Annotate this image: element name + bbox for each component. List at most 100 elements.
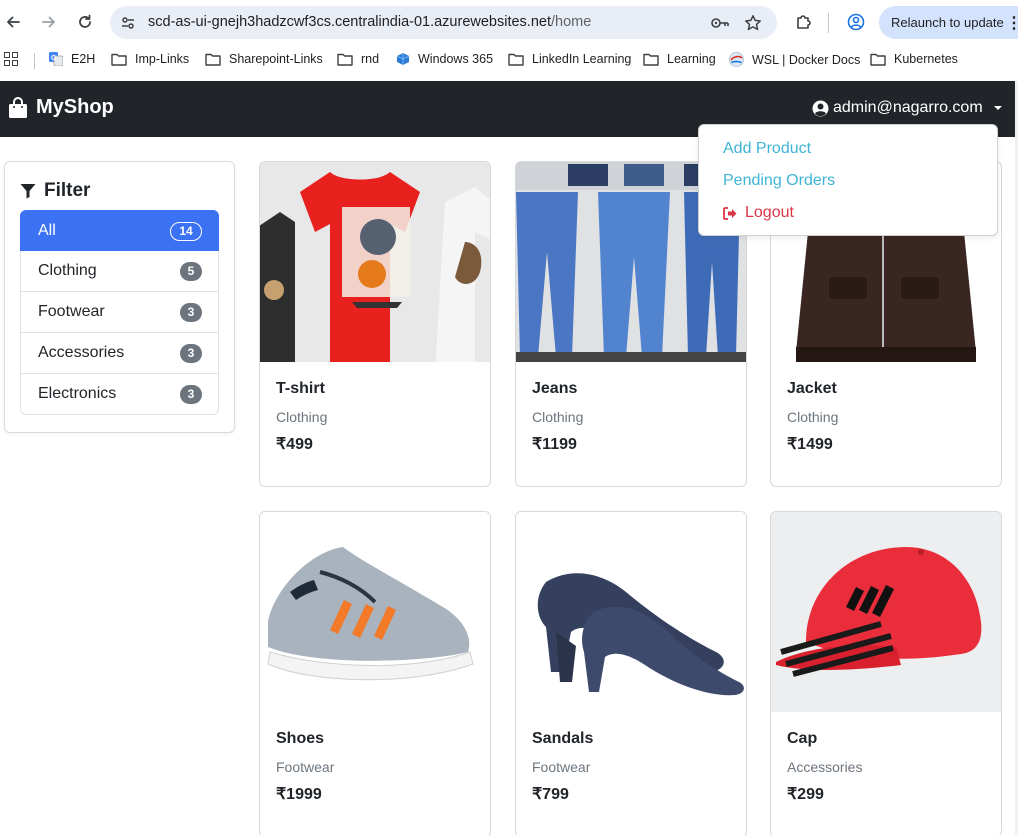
count-badge: 14 — [170, 222, 202, 241]
product-category: Clothing — [787, 409, 839, 425]
shopping-bag-icon — [8, 96, 28, 119]
relaunch-button[interactable]: Relaunch to update ⋮ — [879, 6, 1018, 39]
url-text: scd-as-ui-gnejh3hadzcwf3cs.centralindia-… — [148, 14, 591, 30]
product-card-sandals[interactable]: Sandals Footwear ₹799 — [515, 511, 747, 835]
product-price: ₹499 — [276, 436, 313, 453]
filter-item-electronics[interactable]: Electronics 3 — [20, 374, 219, 415]
filter-label: All — [38, 222, 56, 239]
puzzle-icon — [797, 15, 811, 29]
toolbar-divider — [828, 13, 829, 33]
filter-panel: Filter All 14 Clothing 5 Footwear 3 Acce… — [4, 161, 235, 433]
folder-icon — [643, 53, 659, 66]
arrow-left-icon — [7, 16, 20, 28]
product-name: Jeans — [532, 380, 578, 397]
product-card-cap[interactable]: Cap Accessories ₹299 — [770, 511, 1002, 835]
folder-icon — [205, 53, 221, 66]
apps-grid-icon[interactable] — [4, 52, 18, 66]
sign-out-icon — [723, 206, 737, 220]
filter-item-footwear[interactable]: Footwear 3 — [20, 292, 219, 333]
bookmark-e2h[interactable]: G E2H — [49, 52, 95, 66]
user-menu-toggle[interactable]: admin@nagarro.com — [812, 99, 1003, 117]
product-category: Clothing — [276, 409, 328, 425]
menu-item-add-product[interactable]: Add Product — [723, 140, 811, 158]
bookmark-rnd[interactable]: rnd — [337, 52, 379, 66]
profile-button[interactable] — [843, 9, 869, 35]
filter-label: Clothing — [38, 262, 97, 279]
menu-item-pending-orders[interactable]: Pending Orders — [723, 172, 835, 190]
brand-link[interactable]: MyShop — [8, 96, 114, 119]
product-category: Accessories — [787, 759, 863, 775]
bookmark-linkedin-learning[interactable]: LinkedIn Learning — [508, 52, 631, 66]
count-badge: 3 — [180, 303, 202, 322]
relaunch-label: Relaunch to update — [891, 15, 1004, 30]
bookmark-label: rnd — [361, 52, 380, 66]
product-price: ₹1199 — [532, 436, 577, 453]
bookmark-windows-365[interactable]: Windows 365 — [396, 52, 493, 66]
bookmark-sharepoint-links[interactable]: Sharepoint-Links — [205, 52, 323, 66]
user-email: admin@nagarro.com — [833, 99, 983, 116]
site-info-icon[interactable] — [118, 13, 138, 33]
filter-item-all[interactable]: All 14 — [20, 210, 219, 251]
filter-label: Electronics — [38, 385, 117, 402]
product-price: ₹1499 — [787, 436, 833, 453]
product-category: Clothing — [532, 409, 584, 425]
browser-toolbar: scd-as-ui-gnejh3hadzcwf3cs.centralindia-… — [0, 0, 1018, 45]
product-card-shoes[interactable]: Shoes Footwear ₹1999 — [259, 511, 491, 835]
bookmark-label: LinkedIn Learning — [532, 52, 632, 66]
product-name: Jacket — [787, 380, 837, 397]
menu-item-label: Add Product — [723, 140, 812, 157]
bookmark-label: Imp-Links — [135, 52, 190, 66]
more-vert-icon: ⋮ — [1006, 15, 1018, 32]
caret-down-icon — [993, 105, 1003, 111]
product-category: Footwear — [532, 759, 591, 775]
back-button[interactable] — [0, 9, 26, 35]
password-key-icon[interactable] — [710, 13, 730, 33]
menu-item-label: Pending Orders — [723, 172, 836, 189]
menu-item-logout[interactable]: Logout — [723, 204, 794, 222]
bookmark-imp-links[interactable]: Imp-Links — [111, 52, 189, 66]
address-bar[interactable]: scd-as-ui-gnejh3hadzcwf3cs.centralindia-… — [110, 6, 777, 39]
product-price: ₹299 — [787, 786, 824, 803]
folder-icon — [870, 53, 886, 66]
bookmark-label: WSL | Docker Docs — [752, 52, 861, 67]
url-host: scd-as-ui-gnejh3hadzcwf3cs.centralindia-… — [148, 14, 551, 30]
user-circle-icon — [812, 100, 829, 117]
product-price: ₹1999 — [276, 786, 322, 803]
count-badge: 3 — [180, 385, 202, 404]
bookmark-learning[interactable]: Learning — [643, 52, 716, 66]
product-image-tshirt — [260, 162, 490, 362]
filter-list: All 14 Clothing 5 Footwear 3 Accessories… — [20, 210, 219, 415]
product-category: Footwear — [276, 759, 335, 775]
filter-label: Accessories — [38, 344, 125, 361]
extensions-button[interactable] — [791, 9, 817, 35]
brand-name: MyShop — [36, 96, 114, 118]
count-badge: 3 — [180, 344, 202, 363]
windows-365-icon — [396, 52, 410, 66]
bookmark-kubernetes[interactable]: Kubernetes — [870, 52, 958, 66]
bookmark-wsl-docker-docs[interactable]: WSL | Docker Docs — [729, 52, 860, 67]
bookmark-star-icon[interactable] — [743, 13, 763, 33]
bookmark-label: Learning — [667, 52, 716, 66]
bookmark-label: Kubernetes — [894, 52, 958, 66]
menu-item-label: Logout — [745, 204, 794, 221]
product-name: Cap — [787, 730, 818, 747]
reload-button[interactable] — [72, 9, 98, 35]
filter-item-accessories[interactable]: Accessories 3 — [20, 333, 219, 374]
product-name: Sandals — [532, 730, 594, 747]
user-dropdown-menu: Add Product Pending Orders Logout — [698, 124, 998, 236]
product-card-tshirt[interactable]: T-shirt Clothing ₹499 — [259, 161, 491, 487]
folder-icon — [111, 53, 127, 66]
google-translate-icon: G — [49, 52, 63, 66]
forward-button[interactable] — [36, 9, 62, 35]
url-path: /home — [551, 14, 592, 30]
bookmark-label: Windows 365 — [418, 52, 494, 66]
product-name: T-shirt — [276, 380, 325, 397]
filter-heading: Filter — [20, 180, 90, 202]
docker-globe-icon — [729, 52, 744, 67]
product-price: ₹799 — [532, 786, 569, 803]
product-image-sandals — [516, 512, 746, 712]
filter-label: Footwear — [38, 303, 105, 320]
filter-item-clothing[interactable]: Clothing 5 — [20, 251, 219, 292]
bookmark-label: Sharepoint-Links — [229, 52, 323, 66]
filter-title: Filter — [44, 180, 91, 201]
